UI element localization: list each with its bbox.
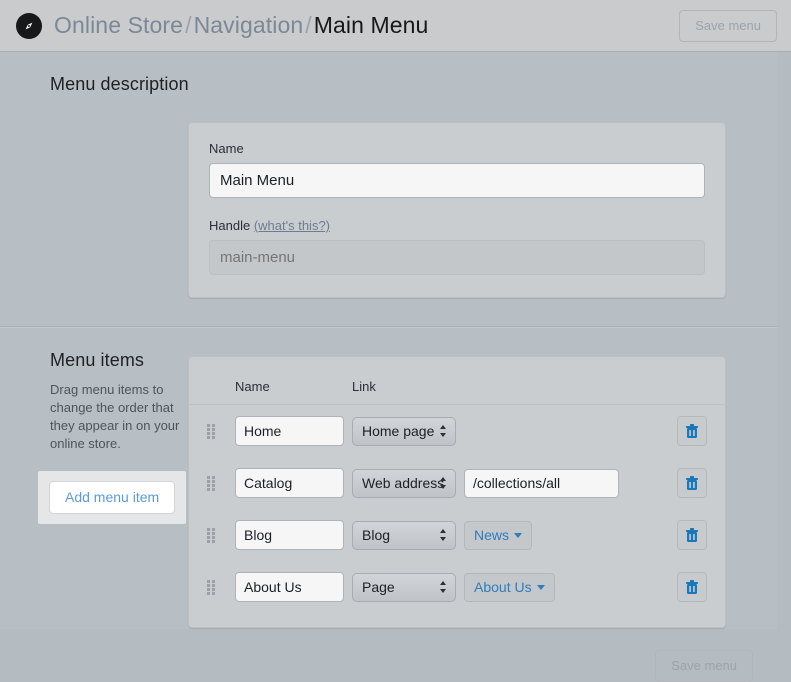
breadcrumb-item-online-store[interactable]: Online Store bbox=[54, 12, 183, 38]
menu-item-link-type-value: Page bbox=[362, 579, 395, 595]
select-arrows-icon bbox=[440, 529, 446, 541]
menu-item-link-group: Web address bbox=[352, 468, 619, 498]
page-footer: Save menu bbox=[0, 628, 777, 682]
menu-item-name-input[interactable] bbox=[235, 572, 344, 602]
menu-item-name-input[interactable] bbox=[235, 520, 344, 550]
drag-handle-icon[interactable] bbox=[207, 476, 216, 491]
save-menu-button-bottom[interactable]: Save menu bbox=[655, 650, 753, 682]
menu-item-url-input[interactable] bbox=[464, 468, 619, 498]
delete-menu-item-button[interactable] bbox=[677, 416, 707, 446]
delete-menu-item-button[interactable] bbox=[677, 468, 707, 498]
trash-icon bbox=[686, 475, 698, 490]
menu-description-section: Menu description Name Handle (what's thi… bbox=[0, 52, 777, 298]
menu-item-target-value: News bbox=[474, 527, 510, 543]
delete-menu-item-button[interactable] bbox=[677, 572, 707, 602]
menu-item-link-group: Blog News bbox=[352, 520, 533, 550]
select-arrows-icon bbox=[440, 477, 446, 489]
content-column: Menu description Name Handle (what's thi… bbox=[0, 52, 777, 682]
breadcrumb-item-main-menu: Main Menu bbox=[313, 12, 429, 38]
drag-handle-icon[interactable] bbox=[207, 580, 216, 595]
menu-item-target-dropdown[interactable]: About Us bbox=[464, 572, 555, 602]
compass-needle-icon bbox=[22, 19, 36, 32]
menu-item-row: Web address bbox=[189, 457, 725, 509]
page-body: Menu description Name Handle (what's thi… bbox=[0, 52, 791, 682]
menu-item-name-input[interactable] bbox=[235, 468, 344, 498]
menu-item-link-type-select[interactable]: Blog bbox=[352, 520, 456, 550]
menu-items-table-header: Name Link bbox=[189, 357, 725, 405]
menu-items-help-text: Drag menu items to change the order that… bbox=[50, 382, 180, 451]
menu-items-card: Name Link Home page bbox=[188, 356, 726, 628]
name-field-label: Name bbox=[209, 141, 244, 156]
drag-handle-icon[interactable] bbox=[207, 424, 216, 439]
menu-item-row: Page About Us bbox=[189, 561, 725, 613]
add-menu-item-button[interactable]: Add menu item bbox=[49, 481, 176, 514]
menu-item-link-type-select[interactable]: Home page bbox=[352, 416, 456, 446]
breadcrumb-item-navigation[interactable]: Navigation bbox=[194, 12, 304, 38]
menu-item-row: Blog News bbox=[189, 509, 725, 561]
menu-item-link-group: Home page bbox=[352, 416, 456, 446]
chevron-down-icon bbox=[536, 584, 545, 590]
menu-items-section: Menu items Drag menu items to change the… bbox=[0, 328, 777, 628]
menu-item-link-type-select[interactable]: Page bbox=[352, 572, 456, 602]
menu-description-heading: Menu description bbox=[50, 74, 189, 94]
menu-items-aside: Menu items Drag menu items to change the… bbox=[0, 328, 200, 628]
handle-label-text: Handle bbox=[209, 218, 251, 233]
menu-description-card: Name Handle (what's this?) bbox=[188, 122, 726, 298]
trash-icon bbox=[686, 423, 698, 438]
menu-name-input[interactable] bbox=[209, 163, 705, 198]
menu-item-target-value: About Us bbox=[474, 579, 532, 595]
drag-handle-icon[interactable] bbox=[207, 528, 216, 543]
menu-item-link-type-value: Blog bbox=[362, 527, 391, 543]
breadcrumb-separator: / bbox=[185, 12, 192, 38]
select-arrows-icon bbox=[440, 581, 446, 593]
menu-item-link-type-select[interactable]: Web address bbox=[352, 468, 456, 498]
breadcrumb: Online Store/Navigation/Main Menu bbox=[54, 12, 428, 39]
menu-item-link-type-value: Web address bbox=[362, 475, 445, 491]
menu-description-aside: Menu description bbox=[0, 52, 200, 298]
menu-item-name-input[interactable] bbox=[235, 416, 344, 446]
handle-help-link[interactable]: (what's this?) bbox=[254, 218, 330, 233]
chevron-down-icon bbox=[514, 532, 523, 538]
trash-icon bbox=[686, 527, 698, 542]
save-menu-button-top[interactable]: Save menu bbox=[679, 9, 777, 42]
breadcrumb-separator: / bbox=[305, 12, 312, 38]
trash-icon bbox=[686, 579, 698, 594]
app-header: Online Store/Navigation/Main Menu Save m… bbox=[0, 0, 791, 52]
menu-item-target-dropdown[interactable]: News bbox=[464, 520, 533, 550]
column-header-link: Link bbox=[352, 379, 376, 394]
delete-menu-item-button[interactable] bbox=[677, 520, 707, 550]
menu-handle-input[interactable] bbox=[209, 240, 705, 275]
menu-item-link-group: Page About Us bbox=[352, 572, 555, 602]
handle-field-label: Handle (what's this?) bbox=[209, 218, 705, 233]
select-arrows-icon bbox=[440, 425, 446, 437]
add-menu-item-highlight: Add menu item bbox=[38, 471, 187, 524]
menu-items-heading: Menu items bbox=[50, 350, 145, 370]
column-header-name: Name bbox=[235, 379, 270, 394]
compass-icon bbox=[16, 12, 42, 39]
menu-item-link-type-value: Home page bbox=[362, 423, 435, 439]
menu-item-row: Home page bbox=[189, 405, 725, 457]
